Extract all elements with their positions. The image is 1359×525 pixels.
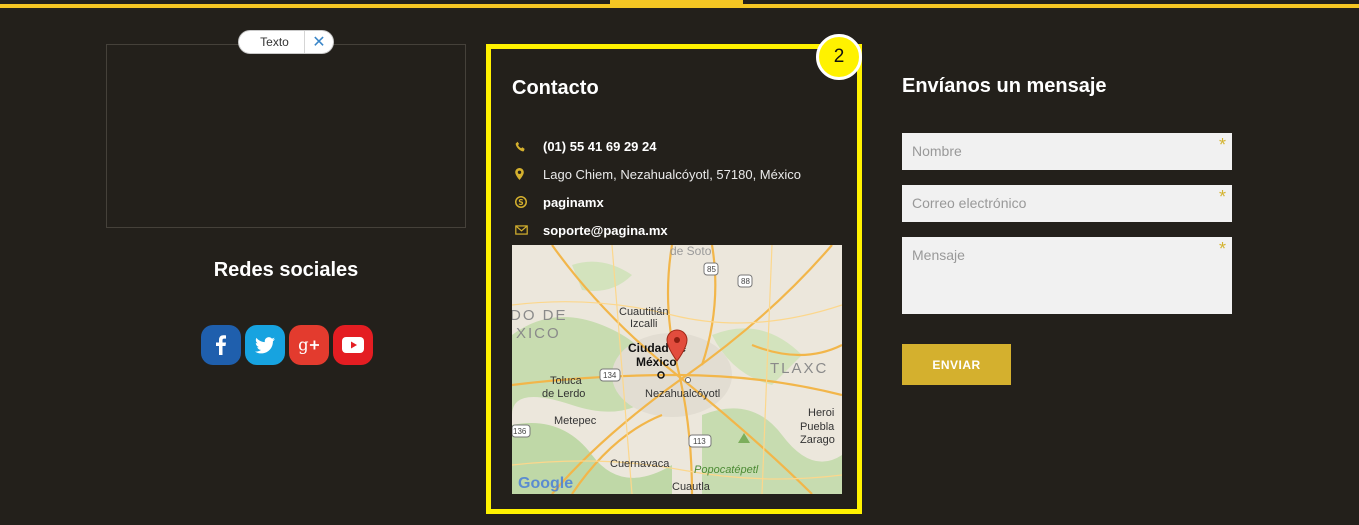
map-label: 136 — [513, 427, 527, 436]
contact-email[interactable]: soporte@pagina.mx — [543, 223, 668, 238]
message-field[interactable]: Mensaje * — [902, 237, 1232, 314]
text-widget-tag-label: Texto — [260, 35, 289, 49]
youtube-button[interactable] — [333, 325, 373, 365]
required-asterisk: * — [1218, 187, 1226, 207]
youtube-icon — [342, 337, 364, 353]
map-label: Google — [518, 475, 573, 492]
submit-button[interactable]: ENVIAR — [902, 344, 1011, 385]
skype-icon: S — [512, 196, 543, 208]
map-label: de Lerdo — [542, 388, 585, 400]
close-icon[interactable]: ✕ — [304, 31, 333, 53]
step-badge: 2 — [816, 34, 862, 80]
location-map[interactable]: de Soto 85 88 DO DE XICO TLAXC Cuautitlá… — [512, 245, 842, 494]
top-accent-active-tab — [610, 0, 743, 8]
contact-phone: (01) 55 41 69 29 24 — [543, 138, 657, 154]
social-title: Redes sociales — [213, 259, 359, 281]
envelope-icon — [512, 225, 543, 235]
contact-address-row: Lago Chiem, Nezahualcóyotl, 57180, Méxic… — [512, 165, 801, 183]
form-title: Envíanos un mensaje — [902, 75, 1107, 97]
required-asterisk: * — [1218, 239, 1226, 259]
map-label: Zarago — [800, 434, 835, 446]
name-field-placeholder: Nombre — [912, 143, 962, 159]
contact-email-row: soporte@pagina.mx — [512, 221, 668, 239]
social-links: g — [201, 325, 373, 365]
map-label: 88 — [741, 277, 750, 286]
map-label: Izcalli — [630, 318, 658, 330]
map-label: 85 — [707, 265, 716, 274]
email-field-placeholder: Correo electrónico — [912, 195, 1027, 211]
contact-skype: paginamx — [543, 194, 604, 210]
name-field[interactable]: Nombre * — [902, 133, 1232, 170]
contact-address: Lago Chiem, Nezahualcóyotl, 57180, Méxic… — [543, 166, 801, 182]
map-label: Heroi — [808, 407, 834, 419]
map-marker-icon — [512, 168, 543, 180]
svg-text:S: S — [518, 198, 523, 207]
contact-phone-row: (01) 55 41 69 29 24 — [512, 137, 656, 155]
map-label: Nezahualcóyotl — [645, 388, 720, 400]
facebook-icon — [216, 335, 226, 355]
google-plus-button[interactable]: g — [289, 325, 329, 365]
map-label: Popocatépetl — [694, 464, 759, 476]
map-label: Cuernavaca — [610, 458, 670, 470]
map-label: de Soto — [670, 245, 712, 258]
google-plus-icon: g — [298, 335, 319, 354]
facebook-button[interactable] — [201, 325, 241, 365]
message-field-placeholder: Mensaje — [912, 247, 965, 263]
email-field[interactable]: Correo electrónico * — [902, 185, 1232, 222]
text-widget-tag[interactable]: Texto ✕ — [238, 30, 334, 54]
map-label: Toluca — [550, 375, 583, 387]
map-label: Cuautla — [672, 481, 711, 493]
map-label: DO DE — [512, 307, 568, 324]
contact-title: Contacto — [512, 77, 599, 99]
map-label: Puebla — [800, 421, 835, 433]
phone-icon — [512, 141, 543, 152]
twitter-button[interactable] — [245, 325, 285, 365]
map-label: TLAXC — [770, 360, 828, 377]
map-label: 113 — [693, 437, 706, 446]
twitter-icon — [255, 336, 275, 353]
map-label: México — [636, 355, 677, 369]
map-label: 134 — [603, 371, 617, 380]
map-label: Cuautitlán — [619, 306, 669, 318]
contact-skype-row: S paginamx — [512, 193, 604, 211]
required-asterisk: * — [1218, 135, 1226, 155]
map-label: Metepec — [554, 415, 597, 427]
svg-text:g: g — [298, 335, 308, 354]
text-widget-box[interactable] — [106, 44, 466, 228]
map-label: XICO — [516, 325, 561, 342]
